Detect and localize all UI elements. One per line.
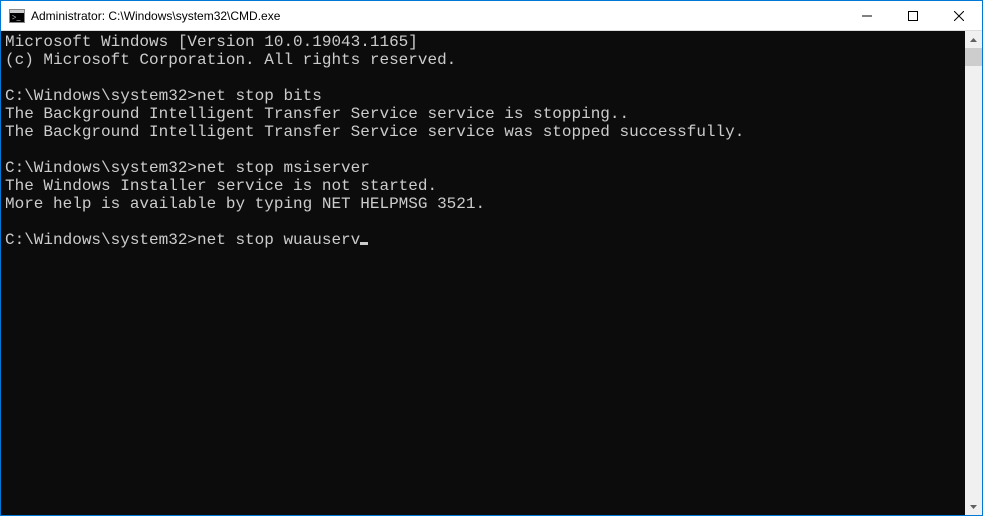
prompt: C:\Windows\system32> (5, 231, 197, 249)
titlebar[interactable]: >_ Administrator: C:\Windows\system32\CM… (1, 1, 982, 31)
scrollbar-track[interactable] (965, 48, 982, 498)
prompt: C:\Windows\system32> (5, 87, 197, 105)
cmd-icon: >_ (9, 8, 25, 24)
version-line: Microsoft Windows [Version 10.0.19043.11… (5, 33, 965, 51)
close-button[interactable] (936, 1, 982, 31)
window-title: Administrator: C:\Windows\system32\CMD.e… (31, 9, 280, 23)
cmd-line: C:\Windows\system32>net stop msiserver (5, 159, 965, 177)
console-output[interactable]: Microsoft Windows [Version 10.0.19043.11… (1, 31, 965, 515)
minimize-button[interactable] (844, 1, 890, 31)
console-area: Microsoft Windows [Version 10.0.19043.11… (1, 31, 982, 515)
output-line: The Windows Installer service is not sta… (5, 177, 965, 195)
scroll-up-button[interactable] (965, 31, 982, 48)
copyright-line: (c) Microsoft Corporation. All rights re… (5, 51, 965, 69)
current-command-text: net stop wuauserv (197, 231, 360, 249)
output-line: More help is available by typing NET HEL… (5, 195, 965, 213)
scrollbar-thumb[interactable] (965, 48, 982, 66)
output-line: The Background Intelligent Transfer Serv… (5, 105, 965, 123)
scroll-down-button[interactable] (965, 498, 982, 515)
vertical-scrollbar[interactable] (965, 31, 982, 515)
output-line: The Background Intelligent Transfer Serv… (5, 123, 965, 141)
cmd-line: C:\Windows\system32>net stop bits (5, 87, 965, 105)
command-text: net stop bits (197, 87, 322, 105)
svg-text:>_: >_ (12, 13, 22, 22)
cmd-window: >_ Administrator: C:\Windows\system32\CM… (1, 1, 982, 515)
command-text: net stop msiserver (197, 159, 370, 177)
maximize-button[interactable] (890, 1, 936, 31)
cursor (360, 242, 368, 245)
prompt: C:\Windows\system32> (5, 159, 197, 177)
current-cmd-line: C:\Windows\system32>net stop wuauserv (5, 231, 965, 249)
